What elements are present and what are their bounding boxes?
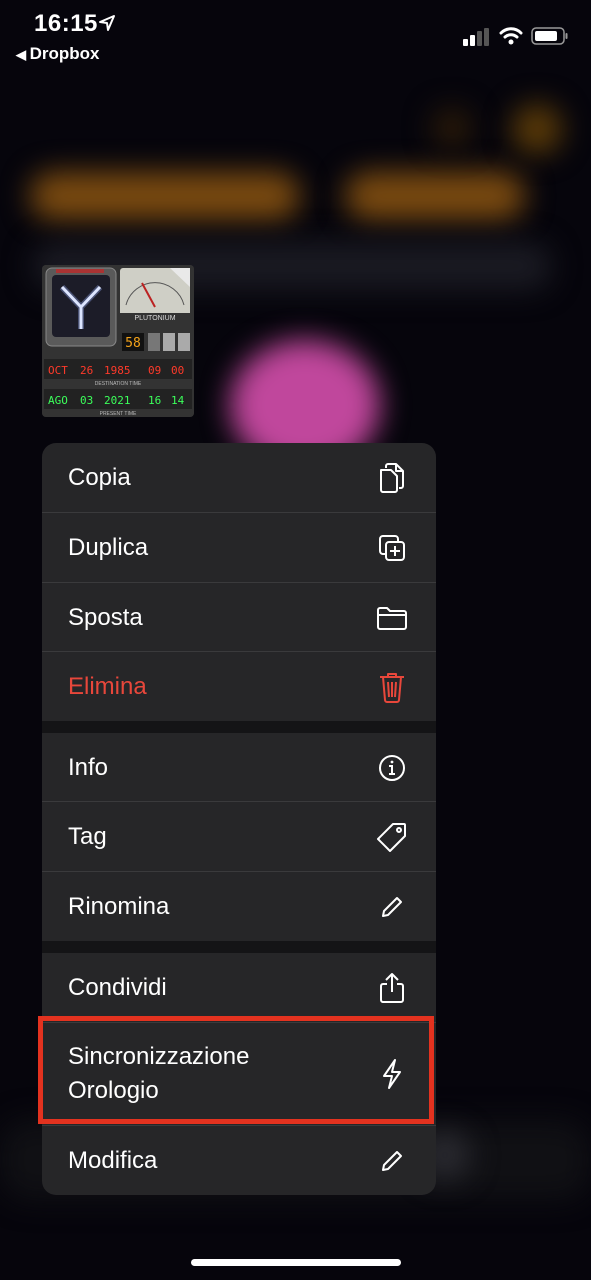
menu-item-info[interactable]: Info: [42, 733, 436, 802]
destination-caption: DESTINATION TIME: [95, 381, 142, 387]
back-to-app-link[interactable]: ◀ Dropbox: [16, 44, 100, 64]
folder-icon: [376, 602, 408, 634]
menu-item-duplica[interactable]: Duplica: [42, 513, 436, 582]
menu-item-elimina[interactable]: Elimina: [42, 652, 436, 721]
dest-minute: 00: [171, 364, 184, 377]
blurred-title-right: [345, 172, 525, 220]
gauge-readout: 58: [125, 336, 141, 351]
menu-item-sposta[interactable]: Sposta: [42, 583, 436, 652]
pencil-icon: [376, 1145, 408, 1177]
present-hour: 16: [148, 394, 161, 407]
location-icon: [99, 15, 115, 31]
menu-item-label: Tag: [68, 822, 107, 850]
status-bar: 16:15 ◀ Dropbox: [0, 0, 591, 70]
menu-item-rinomina[interactable]: Rinomina: [42, 872, 436, 941]
menu-item-label: Rinomina: [68, 892, 170, 920]
blurred-button-1: [432, 108, 472, 148]
tag-icon: [376, 821, 408, 853]
plutonium-label: PLUTONIUM: [134, 315, 175, 322]
menu-item-label: Info: [68, 753, 109, 781]
menu-item-label: Condividi: [68, 973, 167, 1001]
blurred-button-2: [512, 104, 562, 154]
menu-item-modifica[interactable]: Modifica: [42, 1126, 436, 1195]
present-day: 03: [80, 394, 93, 407]
duplicate-icon: [376, 532, 408, 564]
share-icon: [376, 972, 408, 1004]
signal-icon: [463, 28, 489, 46]
back-app-label: Dropbox: [29, 44, 100, 63]
dest-day: 26: [80, 364, 93, 377]
pencil-icon: [376, 891, 408, 923]
menu-item-label: Modifica: [68, 1146, 158, 1174]
dest-month: OCT: [48, 364, 68, 377]
menu-item-label: Sposta: [68, 603, 143, 631]
battery-icon: [531, 27, 568, 45]
present-caption: PRESENT TIME: [100, 411, 137, 417]
present-year: 2021: [104, 394, 131, 407]
menu-group-separator: [42, 941, 436, 953]
menu-item-label: Elimina: [68, 672, 147, 700]
blurred-title-left: [30, 172, 300, 220]
annotation-highlight-box: [38, 1016, 434, 1124]
menu-item-copia[interactable]: Copia: [42, 443, 436, 512]
trash-icon: [376, 671, 408, 703]
menu-item-condividi[interactable]: Condividi: [42, 953, 436, 1022]
clock-time: 16:15: [34, 10, 98, 37]
menu-item-tag[interactable]: Tag: [42, 802, 436, 871]
file-thumbnail: PLUTONIUM 58 OCT 26 1985 09 00 DESTINATI…: [42, 265, 194, 417]
menu-group-separator: [42, 721, 436, 733]
menu-item-label: Copia: [68, 463, 131, 491]
present-month: AGO: [48, 394, 68, 407]
wifi-icon: [499, 27, 523, 45]
dest-year: 1985: [104, 364, 131, 377]
menu-item-label: Duplica: [68, 533, 149, 561]
copy-icon: [376, 462, 408, 494]
home-indicator[interactable]: [191, 1259, 401, 1266]
present-minute: 14: [171, 394, 185, 407]
info-icon: [376, 752, 408, 784]
time-circuits-image: PLUTONIUM 58 OCT 26 1985 09 00 DESTINATI…: [42, 265, 194, 417]
dest-hour: 09: [148, 364, 161, 377]
back-arrow-icon: ◀: [16, 47, 30, 62]
